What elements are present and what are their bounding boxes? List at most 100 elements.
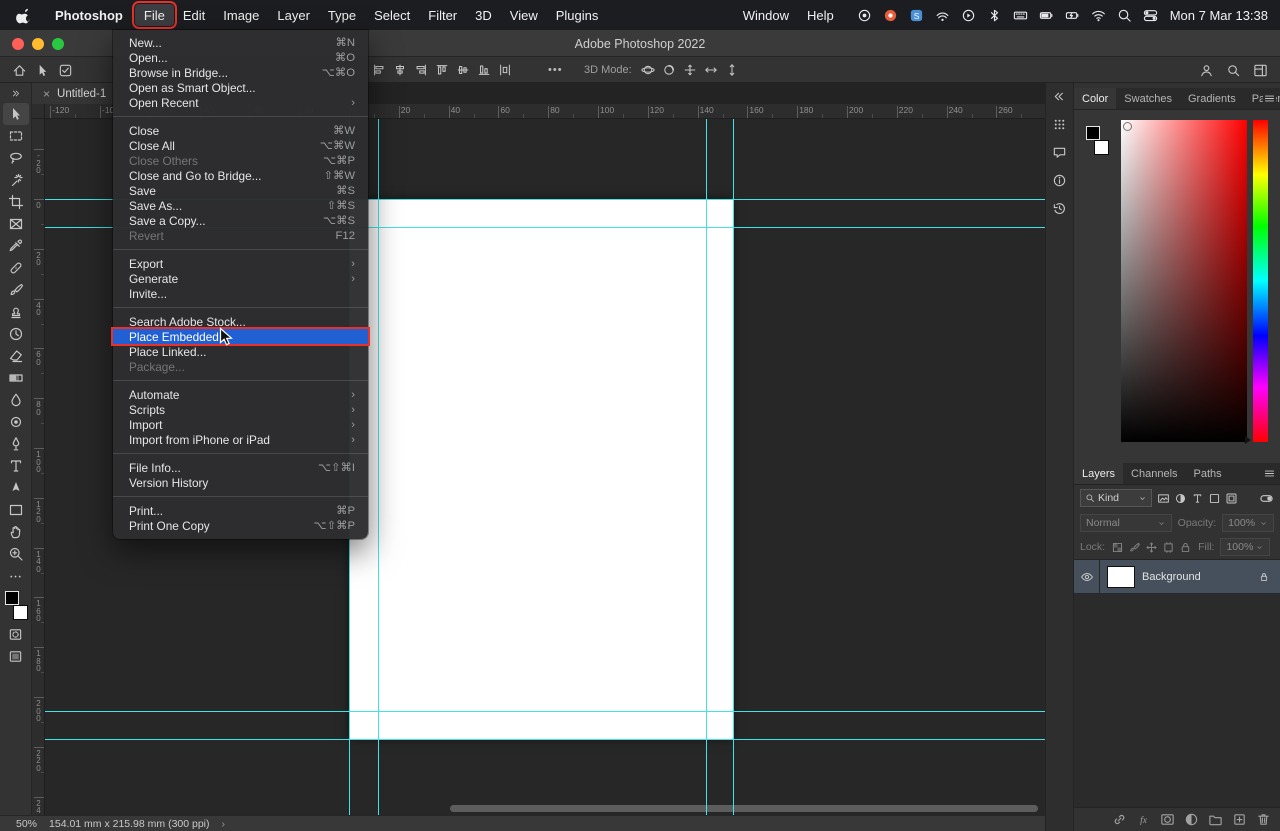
move-option-icon[interactable] (35, 63, 50, 78)
menubar-item-3d[interactable]: 3D (466, 4, 501, 26)
align-center-h-icon[interactable] (393, 63, 407, 77)
menu-item-close-others[interactable]: Close Others⌥⌘P (113, 153, 368, 168)
app-menu-title[interactable]: Photoshop (43, 8, 135, 23)
menu-item-close[interactable]: Close⌘W (113, 123, 368, 138)
foreground-color-swatch[interactable] (1086, 126, 1100, 140)
filter-pixel-icon[interactable] (1157, 492, 1170, 505)
layer-filter-kind[interactable]: Kind (1080, 489, 1152, 507)
workspace-icon[interactable] (1253, 63, 1268, 78)
opacity-select[interactable]: 100% (1222, 514, 1274, 532)
battery-charge-icon[interactable] (1065, 8, 1080, 23)
menubar-item-edit[interactable]: Edit (174, 4, 214, 26)
filter-toggle-icon[interactable] (1259, 491, 1274, 506)
options-more-icon[interactable]: ••• (548, 57, 563, 83)
menu-item-open[interactable]: Open...⌘O (113, 50, 368, 65)
status-chevron-icon[interactable]: › (222, 818, 226, 830)
layer-row[interactable]: Background (1074, 560, 1280, 594)
filter-shape-icon[interactable] (1208, 492, 1221, 505)
panel-menu-icon[interactable] (1263, 92, 1276, 105)
bluetooth-icon[interactable] (987, 8, 1002, 23)
adjustment-layer-icon[interactable] (1184, 812, 1199, 827)
tab-close-icon[interactable]: × (43, 87, 50, 101)
tool-crop[interactable] (3, 191, 29, 213)
document-page[interactable] (349, 199, 733, 739)
new-layer-icon[interactable] (1232, 812, 1247, 827)
tool-clone-stamp[interactable] (3, 301, 29, 323)
menu-item-new[interactable]: New...⌘N (113, 35, 368, 50)
wifi-icon[interactable] (1091, 8, 1106, 23)
vertical-ruler[interactable]: - 2 002 04 06 08 01 0 01 2 01 4 01 6 01 … (32, 119, 45, 815)
menu-item-search-adobe-stock[interactable]: Search Adobe Stock... (113, 314, 368, 329)
tool-move[interactable] (3, 103, 29, 125)
panel-color-swatches[interactable] (1084, 126, 1110, 154)
apple-menu-icon[interactable] (0, 7, 43, 24)
layers-tab-channels[interactable]: Channels (1123, 463, 1185, 484)
menu-item-automate[interactable]: Automate› (113, 387, 368, 402)
pan-3d-icon[interactable] (683, 63, 697, 77)
menu-item-save[interactable]: Save⌘S (113, 183, 368, 198)
fill-select[interactable]: 100% (1220, 538, 1270, 556)
zoom-level[interactable]: 50% (16, 818, 37, 830)
color-tab-gradients[interactable]: Gradients (1180, 88, 1244, 109)
menu-item-print-one-copy[interactable]: Print One Copy⌥⇧⌘P (113, 518, 368, 533)
saturation-brightness-picker[interactable] (1121, 120, 1247, 442)
layer-visibility-toggle[interactable] (1074, 560, 1100, 593)
menu-item-version-history[interactable]: Version History (113, 475, 368, 490)
search-icon[interactable] (1226, 63, 1241, 78)
link-layers-icon[interactable] (1112, 812, 1127, 827)
share-user-icon[interactable] (1199, 63, 1214, 78)
lock-artboard-icon[interactable] (1162, 541, 1175, 554)
lock-transparent-icon[interactable] (1111, 541, 1124, 554)
menu-item-scripts[interactable]: Scripts› (113, 402, 368, 417)
menu-item-open-as-smart-object[interactable]: Open as Smart Object... (113, 80, 368, 95)
more-tools-icon[interactable] (3, 565, 29, 587)
menu-item-package[interactable]: Package... (113, 359, 368, 374)
menu-item-browse-in-bridge[interactable]: Browse in Bridge...⌥⌘O (113, 65, 368, 80)
keyboard-icon[interactable] (1013, 8, 1028, 23)
horizontal-scrollbar[interactable] (450, 805, 1038, 812)
lock-all-icon[interactable] (1179, 541, 1192, 554)
tool-path-select[interactable] (3, 477, 29, 499)
tool-marquee[interactable] (3, 125, 29, 147)
lock-pixels-icon[interactable] (1128, 541, 1141, 554)
panel-menu-icon[interactable] (1263, 467, 1276, 480)
delete-layer-icon[interactable] (1256, 812, 1271, 827)
tool-eraser[interactable] (3, 345, 29, 367)
hue-slider[interactable] (1253, 120, 1268, 442)
layer-mask-icon[interactable] (1160, 812, 1175, 827)
menu-item-import-from-iphone-or-ipad[interactable]: Import from iPhone or iPad› (113, 432, 368, 447)
tool-dodge[interactable] (3, 411, 29, 433)
libraries-icon[interactable] (1052, 117, 1067, 132)
tool-history-brush[interactable] (3, 323, 29, 345)
background-color-swatch[interactable] (14, 606, 27, 619)
menubar-item-help[interactable]: Help (798, 4, 843, 26)
s-app-icon[interactable]: S (909, 8, 924, 23)
align-bottom-icon[interactable] (477, 63, 491, 77)
color-picker-marker[interactable] (1123, 122, 1132, 131)
scale-3d-icon[interactable] (725, 63, 739, 77)
foreground-color-swatch[interactable] (5, 591, 19, 605)
tool-quick-select[interactable] (3, 169, 29, 191)
screen-mode-icon[interactable] (3, 645, 29, 667)
tool-lasso[interactable] (3, 147, 29, 169)
menu-item-revert[interactable]: RevertF12 (113, 228, 368, 243)
menu-item-print[interactable]: Print...⌘P (113, 503, 368, 518)
tool-brush[interactable] (3, 279, 29, 301)
menu-item-save-a-copy[interactable]: Save a Copy...⌥⌘S (113, 213, 368, 228)
distribute-icon[interactable] (498, 63, 512, 77)
menubar-clock[interactable]: Mon 7 Mar 13:38 (1170, 8, 1268, 23)
layer-thumbnail[interactable] (1108, 567, 1134, 587)
color-tab-color[interactable]: Color (1074, 88, 1116, 109)
tool-eyedropper[interactable] (3, 235, 29, 257)
color-tab-swatches[interactable]: Swatches (1116, 88, 1180, 109)
menu-item-file-info[interactable]: File Info...⌥⇧⌘I (113, 460, 368, 475)
layer-group-icon[interactable] (1208, 812, 1223, 827)
history-icon[interactable] (1052, 201, 1067, 216)
checkbox-icon[interactable] (58, 63, 73, 78)
menu-item-open-recent[interactable]: Open Recent› (113, 95, 368, 110)
collapse-panels-icon[interactable] (1052, 89, 1067, 104)
info-icon[interactable] (1052, 173, 1067, 188)
menubar-item-file[interactable]: File (135, 4, 174, 26)
filter-adjust-icon[interactable] (1174, 492, 1187, 505)
menubar-item-view[interactable]: View (501, 4, 547, 26)
